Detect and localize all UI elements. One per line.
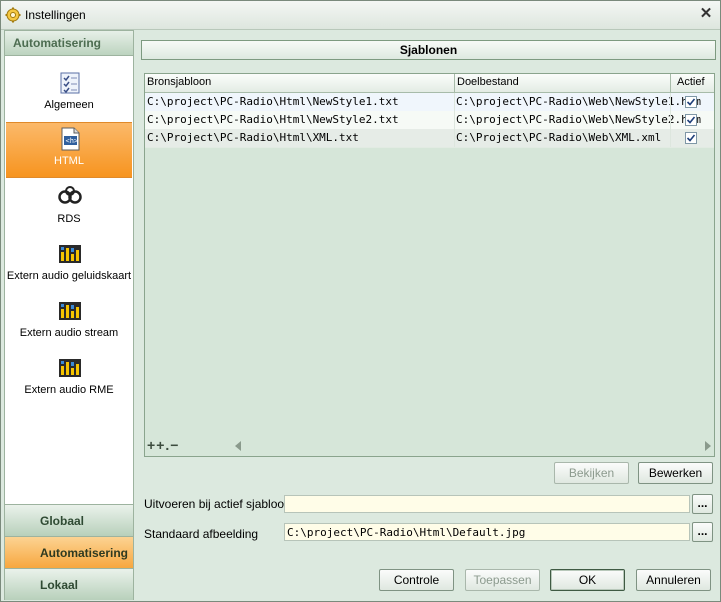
control-button-label: Controle [393, 573, 440, 587]
table-row[interactable]: C:\Project\PC-Radio\Html\XML.txt C:\Proj… [145, 129, 714, 148]
sidebar-header-label: Automatisering [13, 36, 102, 50]
horizontal-scrollbar[interactable] [233, 439, 713, 453]
table-row[interactable]: C:\project\PC-Radio\Html\NewStyle1.txt C… [145, 93, 714, 112]
cell-target: C:\project\PC-Radio\Web\NewStyle1.htm [456, 95, 702, 108]
scroll-right-icon[interactable] [705, 441, 711, 451]
apply-button[interactable]: Toepassen [465, 569, 540, 591]
sidebar: Automatisering Algemeen <h> HTML RDS Ext… [4, 30, 134, 600]
active-checkbox[interactable] [685, 132, 697, 144]
cell-source: C:\project\PC-Radio\Html\NewStyle2.txt [147, 113, 399, 126]
column-header-actief[interactable]: Actief [677, 76, 705, 88]
ok-button-label: OK [578, 573, 597, 587]
browse-run-on-active-button[interactable]: ... [692, 494, 713, 514]
cancel-button-label: Annuleren [646, 573, 701, 587]
sidebar-item-label: HTML [54, 155, 84, 167]
apply-button-label: Toepassen [473, 573, 532, 587]
edit-button[interactable]: Bewerken [638, 462, 713, 484]
active-checkbox[interactable] [685, 96, 697, 108]
add-child-row-button[interactable]: +. [156, 437, 170, 453]
table-row[interactable]: C:\project\PC-Radio\Html\NewStyle2.txt C… [145, 111, 714, 130]
group-button-label: Globaal [40, 514, 85, 528]
close-icon[interactable]: ✕ [698, 6, 714, 22]
group-button-lokaal[interactable]: Lokaal [5, 568, 133, 600]
default-image-field[interactable]: C:\project\PC-Radio\Html\Default.jpg [284, 523, 690, 541]
group-button-label: Lokaal [40, 578, 79, 592]
cell-source: C:\project\PC-Radio\Html\NewStyle1.txt [147, 95, 399, 108]
edit-button-label: Bewerken [648, 466, 703, 480]
gear-icon [5, 7, 21, 23]
audio-stream-icon [59, 302, 81, 320]
sidebar-item-algemeen[interactable]: Algemeen [6, 67, 132, 121]
table-header: Bronsjabloon Doelbestand Actief [145, 74, 714, 93]
remove-row-button[interactable]: − [170, 437, 179, 453]
group-button-label: Automatisering [40, 546, 129, 560]
run-on-active-label: Uitvoeren bij actief sjabloon [144, 497, 291, 511]
active-checkbox[interactable] [685, 114, 697, 126]
default-image-label: Standaard afbeelding [144, 527, 259, 541]
cell-target: C:\project\PC-Radio\Web\NewStyle2.htm [456, 113, 702, 126]
control-button[interactable]: Controle [379, 569, 454, 591]
sidebar-item-label: RDS [57, 213, 81, 225]
sidebar-item-label: Extern audio geluidskaart [6, 270, 132, 282]
rds-icon [58, 186, 82, 204]
sidebar-item-html[interactable]: <h> HTML [6, 122, 132, 178]
audio-soundcard-icon [59, 245, 81, 263]
add-row-button[interactable]: + [147, 437, 156, 453]
sidebar-item-label: Algemeen [44, 99, 94, 111]
column-header-bronsjabloon[interactable]: Bronsjabloon [147, 76, 211, 88]
cell-target: C:\Project\PC-Radio\Web\XML.xml [456, 131, 662, 144]
run-on-active-field[interactable] [284, 495, 690, 513]
view-button-label: Bekijken [568, 466, 615, 480]
settings-window: Instellingen ✕ Automatisering Algemeen <… [0, 0, 721, 602]
section-title: Sjablonen [399, 43, 458, 57]
templates-table: Bronsjabloon Doelbestand Actief C:\proje… [144, 73, 715, 457]
sidebar-header: Automatisering [5, 31, 133, 56]
view-button[interactable]: Bekijken [554, 462, 629, 484]
html-file-icon: <h> [61, 127, 80, 151]
window-title: Instellingen [25, 8, 86, 22]
sidebar-item-extern-audio-rme[interactable]: Extern audio RME [6, 352, 132, 406]
sidebar-item-label: Extern audio stream [19, 327, 119, 339]
audio-rme-icon [59, 359, 81, 377]
browse-default-image-button[interactable]: ... [692, 522, 713, 542]
sidebar-item-label: Extern audio RME [24, 384, 114, 396]
sidebar-item-rds[interactable]: RDS [6, 181, 132, 235]
sidebar-item-extern-audio-stream[interactable]: Extern audio stream [6, 295, 132, 349]
scroll-left-icon[interactable] [235, 441, 241, 451]
svg-text:<h>: <h> [66, 137, 79, 145]
ok-button[interactable]: OK [550, 569, 625, 591]
sidebar-item-extern-audio-geluidskaart[interactable]: Extern audio geluidskaart [6, 238, 132, 292]
column-header-doelbestand[interactable]: Doelbestand [457, 76, 519, 88]
section-header: Sjablonen [141, 40, 716, 60]
group-button-globaal[interactable]: Globaal [5, 504, 133, 536]
group-button-automatisering[interactable]: Automatisering [5, 536, 133, 568]
checklist-icon [60, 72, 80, 94]
table-footer: ++.− [145, 436, 714, 456]
cancel-button[interactable]: Annuleren [636, 569, 711, 591]
table-toolbar: ++.− [147, 437, 179, 453]
cell-source: C:\Project\PC-Radio\Html\XML.txt [147, 131, 359, 144]
title-bar: Instellingen ✕ [1, 1, 720, 30]
